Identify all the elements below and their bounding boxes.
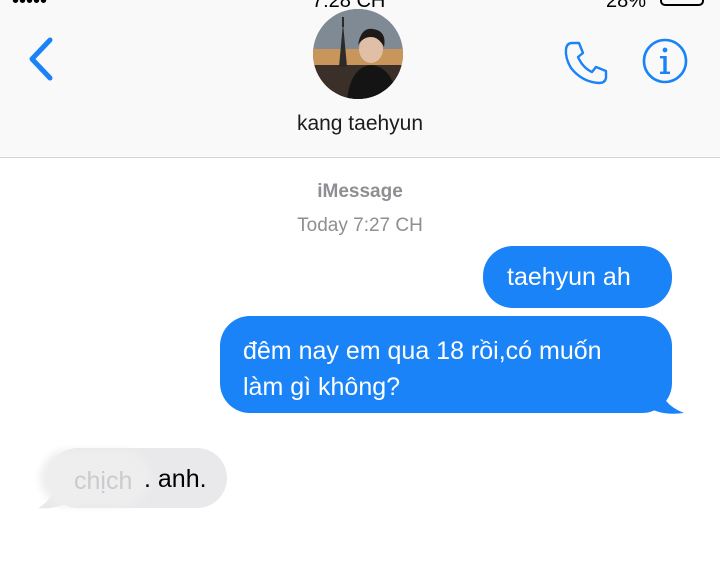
chevron-left-icon <box>29 37 53 81</box>
call-button[interactable] <box>562 38 610 86</box>
battery-icon <box>660 0 704 6</box>
conversation-header: ••••• 7:28 CH 28% kang taehyun <box>0 0 720 158</box>
info-icon <box>642 38 688 84</box>
obscured-message-text: chịch <box>74 467 133 495</box>
back-button[interactable] <box>22 34 62 84</box>
message-text-line: làm gì không? <box>243 373 401 401</box>
service-label: iMessage <box>317 181 403 202</box>
signal-indicator: ••••• <box>12 0 48 12</box>
contact-avatar[interactable] <box>313 9 403 99</box>
message-text-line: đêm nay em qua 18 rồi,có muốn <box>243 337 602 365</box>
battery-percentage: 28% <box>606 0 647 12</box>
message-text: taehyun ah <box>507 263 631 291</box>
phone-icon <box>564 41 608 85</box>
message-timestamp: Today 7:27 CH <box>297 215 423 236</box>
outgoing-message-bubble[interactable]: đêm nay em qua 18 rồi,có muốn làm gì khô… <box>220 316 672 413</box>
contact-name[interactable]: kang taehyun <box>0 112 720 136</box>
incoming-message-text: . anh. <box>144 465 207 493</box>
outgoing-message-bubble[interactable]: taehyun ah <box>483 246 672 308</box>
details-button[interactable] <box>641 37 689 85</box>
status-bar: ••••• 7:28 CH 28% <box>0 0 720 12</box>
redaction-blur: chịch <box>46 456 144 500</box>
avatar-photo <box>313 9 403 99</box>
